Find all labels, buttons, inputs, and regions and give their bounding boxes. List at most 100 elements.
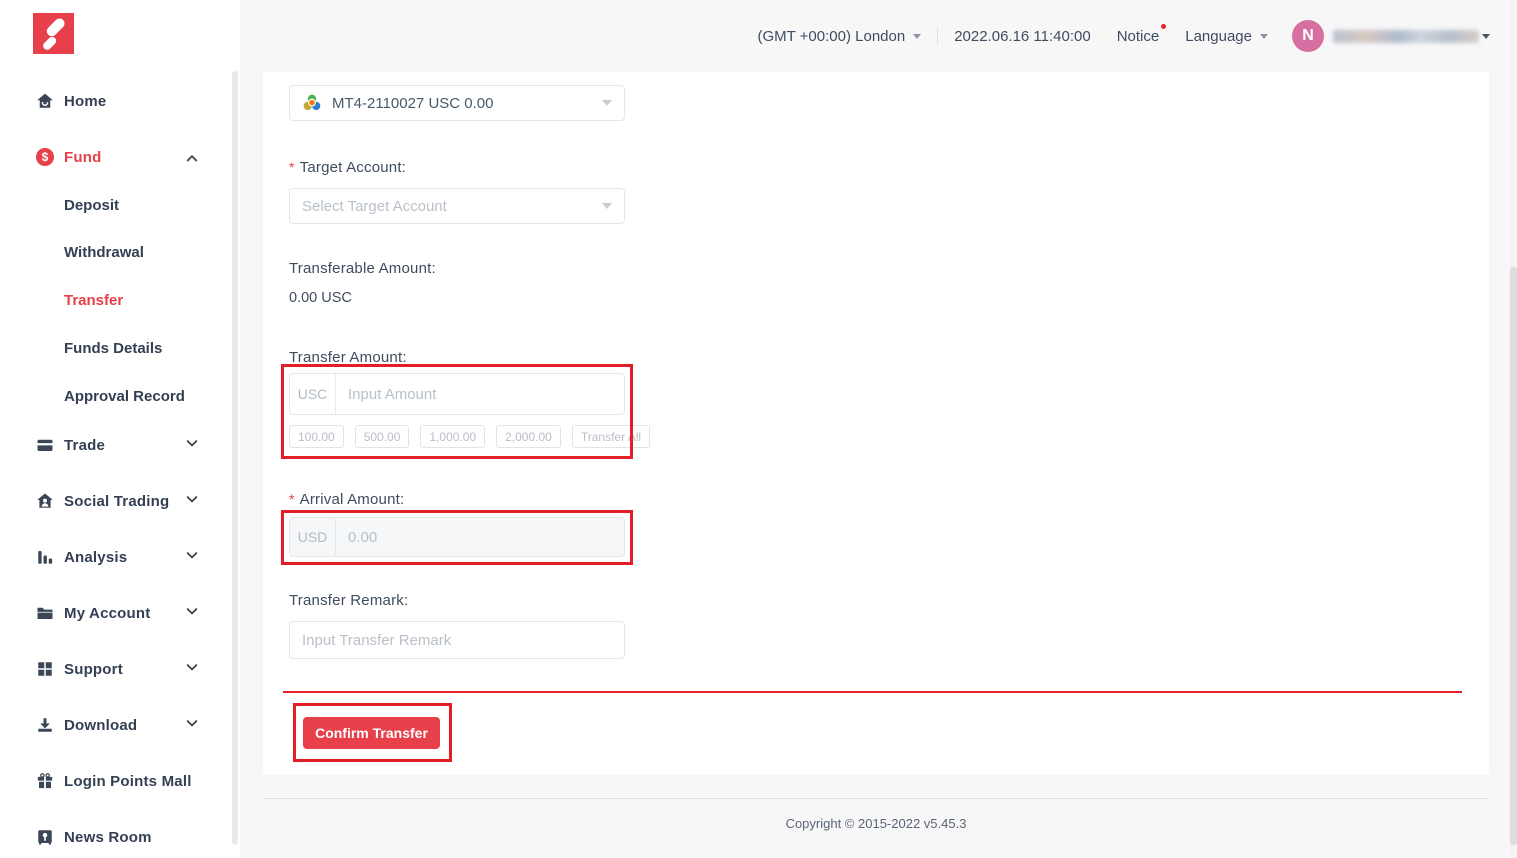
chevron-down-icon [186, 436, 197, 447]
avatar-letter: N [1302, 27, 1314, 45]
chevron-up-icon [186, 155, 197, 166]
sidebar-item-social-trading[interactable]: Social Trading [36, 489, 169, 513]
sidebar-label-support: Support [64, 661, 123, 678]
trade-icon [36, 436, 54, 454]
top-header: (GMT +00:00) London 2022.06.16 11:40:00 … [240, 0, 1517, 72]
transferable-amount-label: Transferable Amount: [289, 260, 436, 277]
sidebar-item-download[interactable]: Download [36, 713, 137, 737]
target-account-placeholder: Select Target Account [302, 198, 447, 215]
download-icon [36, 716, 54, 734]
news-room-icon [36, 828, 54, 846]
mt4-icon [302, 93, 322, 113]
transfer-page: Home $ Fund Deposit Withdrawal Transfer … [0, 0, 1517, 858]
sidebar-item-fund[interactable]: $ Fund [36, 145, 101, 169]
quick-amount-row: 100.00 500.00 1,000.00 2,000.00 Transfer… [289, 425, 650, 448]
notice-button[interactable]: Notice [1117, 28, 1160, 45]
sidebar-scrollbar[interactable] [232, 71, 238, 845]
sidebar-label-home: Home [64, 93, 106, 110]
required-asterisk: * [289, 159, 295, 175]
transfer-all-button[interactable]: Transfer All [572, 425, 650, 448]
sidebar-label-transfer: Transfer [64, 292, 123, 309]
sidebar-item-deposit[interactable]: Deposit [64, 195, 119, 215]
transfer-remark-label: Transfer Remark: [289, 592, 408, 609]
sidebar-label-my-account: My Account [64, 605, 150, 622]
source-account-select[interactable]: MT4-2110027 USC 0.00 [289, 85, 625, 121]
brand-logo-icon [33, 13, 74, 54]
arrival-amount-field: USD [289, 517, 625, 557]
arrival-amount-label: *Arrival Amount: [289, 491, 404, 508]
currency-prefix: USD [290, 518, 336, 556]
sidebar-item-funds-details[interactable]: Funds Details [64, 338, 162, 358]
transfer-amount-label: Transfer Amount: [289, 349, 407, 366]
select-arrow-icon [602, 203, 612, 209]
chevron-down-icon [186, 660, 197, 671]
sidebar-label-download: Download [64, 717, 137, 734]
sidebar-item-home[interactable]: Home [36, 89, 106, 113]
chevron-down-icon [186, 716, 197, 727]
window-scrollbar-thumb[interactable] [1510, 267, 1517, 845]
chevron-down-icon [186, 604, 197, 615]
sidebar-item-my-account[interactable]: My Account [36, 601, 150, 625]
sidebar-label-analysis: Analysis [64, 549, 127, 566]
transfer-amount-input[interactable] [336, 374, 624, 414]
username-blurred [1333, 30, 1479, 43]
sidebar-item-news-room[interactable]: News Room [36, 825, 152, 849]
chevron-down-icon [186, 492, 197, 503]
social-trading-icon [36, 492, 54, 510]
brand-logo[interactable] [33, 13, 74, 54]
sidebar-label-approval-record: Approval Record [64, 388, 185, 405]
copyright-text: Copyright © 2015-2022 v5.45.3 [263, 816, 1489, 831]
quick-amount-button[interactable]: 500.00 [355, 425, 410, 448]
transfer-amount-field: USC [289, 373, 625, 415]
sidebar-item-login-points-mall[interactable]: Login Points Mall [36, 769, 192, 793]
user-avatar[interactable]: N [1292, 20, 1324, 52]
sidebar-item-withdrawal[interactable]: Withdrawal [64, 242, 144, 262]
sidebar-label-withdrawal: Withdrawal [64, 244, 144, 261]
language-dropdown[interactable]: Language [1185, 28, 1268, 45]
timezone-dropdown[interactable]: (GMT +00:00) London [757, 28, 921, 45]
notice-badge-dot [1161, 24, 1166, 29]
notice-label: Notice [1117, 28, 1160, 45]
quick-amount-button[interactable]: 1,000.00 [420, 425, 485, 448]
header-divider [937, 27, 938, 45]
red-divider-line [283, 691, 1462, 693]
dropdown-arrow-icon [1260, 34, 1268, 39]
sidebar-label-social-trading: Social Trading [64, 493, 169, 510]
source-account-value: MT4-2110027 USC 0.00 [332, 95, 493, 112]
dropdown-arrow-icon [913, 34, 921, 39]
sidebar-item-support[interactable]: Support [36, 657, 123, 681]
sidebar-item-analysis[interactable]: Analysis [36, 545, 127, 569]
home-icon [36, 92, 54, 110]
currency-prefix: USC [290, 374, 336, 414]
arrival-amount-input[interactable] [336, 518, 624, 556]
my-account-icon [36, 604, 54, 622]
required-asterisk: * [289, 491, 295, 507]
user-menu[interactable] [1324, 30, 1490, 43]
sidebar-item-trade[interactable]: Trade [36, 433, 105, 457]
transfer-remark-input[interactable] [289, 621, 625, 659]
footer-divider [263, 798, 1489, 799]
target-account-select[interactable]: Select Target Account [289, 188, 625, 224]
sidebar-label-trade: Trade [64, 437, 105, 454]
sidebar-item-transfer[interactable]: Transfer [64, 290, 123, 310]
fund-icon: $ [36, 148, 54, 166]
language-label: Language [1185, 28, 1252, 45]
sidebar-label-fund: Fund [64, 149, 101, 166]
sidebar-label-news-room: News Room [64, 829, 152, 846]
confirm-transfer-button[interactable]: Confirm Transfer [303, 717, 440, 749]
support-icon [36, 660, 54, 678]
sidebar: Home $ Fund Deposit Withdrawal Transfer … [0, 0, 240, 858]
chevron-down-icon [186, 548, 197, 559]
target-account-label: *Target Account: [289, 159, 406, 176]
sidebar-label-funds-details: Funds Details [64, 340, 162, 357]
dropdown-caret-icon [1482, 34, 1490, 39]
transferable-amount-value: 0.00 USC [289, 290, 352, 306]
timezone-label: (GMT +00:00) London [757, 28, 905, 45]
sidebar-label-deposit: Deposit [64, 197, 119, 214]
quick-amount-button[interactable]: 100.00 [289, 425, 344, 448]
sidebar-item-approval-record[interactable]: Approval Record [64, 386, 185, 406]
transfer-form-card: MT4-2110027 USC 0.00 *Target Account: Se… [263, 72, 1489, 775]
sidebar-label-login-points-mall: Login Points Mall [64, 773, 192, 790]
select-arrow-icon [602, 100, 612, 106]
quick-amount-button[interactable]: 2,000.00 [496, 425, 561, 448]
